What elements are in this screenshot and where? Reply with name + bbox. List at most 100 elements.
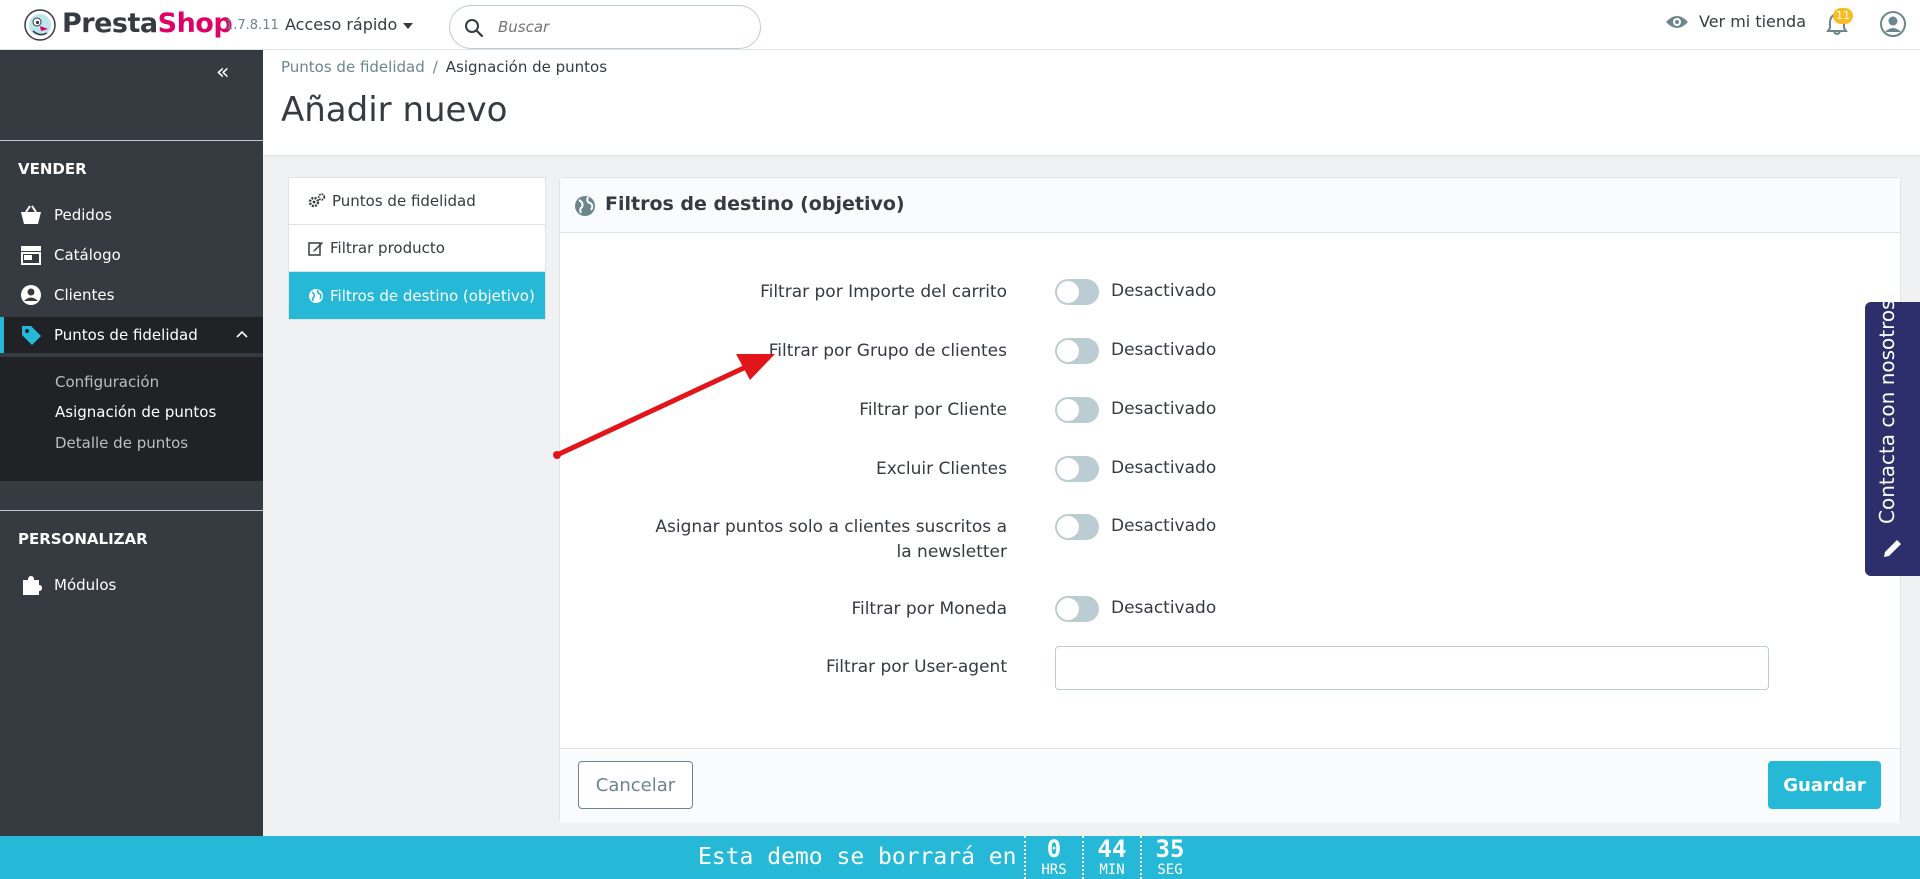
version-label: 1.7.8.11 [225, 18, 279, 33]
demo-message: Esta demo se borrará en [698, 844, 1017, 870]
exclude-customers-state: Desactivado [1111, 458, 1217, 478]
panel-header: Filtros de destino (objetivo) [560, 178, 1900, 233]
user-avatar-icon[interactable] [1880, 11, 1906, 37]
tab-filter-product[interactable]: Filtrar producto [289, 225, 545, 272]
collapse-sidebar-icon[interactable]: « [216, 60, 229, 85]
sidebar-item-orders[interactable]: Pedidos [0, 197, 263, 233]
sidebar-item-label: Módulos [54, 576, 117, 594]
sidebar-item-loyalty-points[interactable]: Puntos de fidelidad [0, 317, 263, 353]
breadcrumb-parent[interactable]: Puntos de fidelidad [281, 58, 425, 76]
save-button[interactable]: Guardar [1768, 761, 1881, 809]
filter-customer-group-state: Desactivado [1111, 340, 1217, 360]
form-tabs: Puntos de fidelidad Filtrar producto Fil… [288, 177, 546, 320]
panel-footer: Cancelar Guardar [560, 748, 1900, 823]
filter-cart-amount-toggle[interactable] [1055, 279, 1099, 305]
search-icon [465, 19, 484, 38]
countdown-hours: 0 HRS [1024, 836, 1082, 879]
pencil-icon [1884, 540, 1901, 557]
countdown-minutes-value: 44 [1097, 835, 1127, 863]
sidebar-item-label: Clientes [54, 286, 115, 304]
tag-icon [20, 324, 42, 346]
gears-icon [308, 193, 326, 208]
filter-user-agent-label: Filtrar por User-agent [826, 657, 1007, 677]
filter-customer-group-toggle[interactable] [1055, 338, 1099, 364]
quick-access-label: Acceso rápido [285, 15, 398, 34]
account-circle-icon [20, 284, 42, 306]
edit-icon [308, 242, 323, 256]
countdown-hours-unit: HRS [1041, 862, 1067, 878]
sidebar-item-label: Puntos de fidelidad [54, 326, 198, 344]
filter-customer-state: Desactivado [1111, 399, 1217, 419]
newsletter-only-label: Asignar puntos solo a clientes suscritos… [655, 517, 1007, 562]
view-store-label: Ver mi tienda [1699, 12, 1806, 31]
sidebar-item-label: Catálogo [54, 246, 121, 264]
toggle-knob [1057, 598, 1079, 620]
tab-target-filters[interactable]: Filtros de destino (objetivo) [289, 272, 545, 319]
breadcrumb-separator: / [432, 58, 438, 76]
view-store-link[interactable]: Ver mi tienda [1665, 12, 1806, 31]
countdown-minutes: 44 MIN [1082, 836, 1140, 879]
caret-down-icon [403, 22, 414, 29]
submenu-item-configuration[interactable]: Configuración [55, 373, 159, 391]
target-filters-panel: Filtros de destino (objetivo) Filtrar po… [559, 177, 1901, 823]
quick-access-dropdown[interactable]: Acceso rápido [285, 15, 414, 34]
eye-icon [1666, 15, 1688, 28]
sidebar-divider [0, 510, 263, 511]
filter-customer-toggle[interactable] [1055, 397, 1099, 423]
cancel-button[interactable]: Cancelar [578, 761, 693, 809]
user-agent-input[interactable] [1055, 646, 1769, 690]
countdown-hours-value: 0 [1046, 835, 1062, 863]
brand-name[interactable]: PrestaShop [62, 8, 233, 39]
newsletter-only-toggle[interactable] [1055, 514, 1099, 540]
countdown-seconds-value: 35 [1155, 835, 1185, 863]
notifications-badge: 11 [1833, 8, 1853, 24]
toggle-knob [1057, 458, 1079, 480]
search-box[interactable] [449, 5, 761, 49]
countdown-minutes-unit: MIN [1099, 862, 1125, 878]
newsletter-only-state: Desactivado [1111, 516, 1217, 536]
exclude-customers-toggle[interactable] [1055, 456, 1099, 482]
toggle-knob [1057, 340, 1079, 362]
annotation-arrow-icon [553, 354, 775, 459]
filter-cart-amount-label: Filtrar por Importe del carrito [760, 282, 1007, 302]
breadcrumb-current: Asignación de puntos [445, 58, 608, 76]
basket-icon [20, 204, 42, 226]
sidebar-divider [0, 140, 263, 141]
tab-label: Filtros de destino (objetivo) [330, 286, 535, 305]
toggle-knob [1057, 399, 1079, 421]
tab-label: Puntos de fidelidad [332, 192, 476, 210]
filter-currency-toggle[interactable] [1055, 596, 1099, 622]
contact-us-label: Contacta con nosotros [1875, 299, 1899, 524]
sidebar-item-customers[interactable]: Clientes [0, 277, 263, 313]
submenu-item-points-detail[interactable]: Detalle de puntos [55, 434, 188, 452]
submenu-item-points-assignment[interactable]: Asignación de puntos [55, 403, 216, 421]
page-title: Añadir nuevo [281, 90, 508, 130]
brand-presta: Presta [62, 8, 158, 39]
prestashop-logo-icon[interactable] [24, 9, 56, 41]
sidebar-item-label: Pedidos [54, 206, 112, 224]
tab-loyalty-points[interactable]: Puntos de fidelidad [289, 178, 545, 225]
active-indicator [0, 317, 4, 353]
filter-currency-label: Filtrar por Moneda [851, 599, 1007, 619]
brand-shop: Shop [157, 8, 233, 39]
contact-us-tab[interactable]: Contacta con nosotros [1865, 299, 1920, 576]
toggle-knob [1057, 516, 1079, 538]
sidebar: « VENDER Pedidos Catálogo Clientes Punto… [0, 50, 263, 837]
countdown-seconds-unit: SEG [1157, 862, 1183, 878]
search-input[interactable] [498, 16, 738, 38]
loyalty-submenu: Configuración Asignación de puntos Detal… [0, 357, 263, 481]
breadcrumb: Puntos de fidelidad / Asignación de puntos [281, 58, 607, 76]
puzzle-icon [20, 574, 42, 596]
globe-icon [309, 288, 323, 303]
demo-countdown-bar: Esta demo se borrará en 0 HRS 44 MIN 35 … [0, 836, 1920, 879]
tab-label: Filtrar producto [330, 239, 445, 257]
countdown-seconds: 35 SEG [1140, 836, 1198, 879]
chevron-up-icon [236, 330, 248, 338]
toggle-knob [1057, 281, 1079, 303]
globe-icon [575, 196, 595, 216]
top-header: PrestaShop 1.7.8.11 Acceso rápido Ver mi… [0, 0, 1920, 50]
store-icon [20, 244, 42, 266]
sidebar-item-modules[interactable]: Módulos [0, 567, 263, 603]
panel-title: Filtros de destino (objetivo) [605, 193, 905, 215]
sidebar-item-catalog[interactable]: Catálogo [0, 237, 263, 273]
